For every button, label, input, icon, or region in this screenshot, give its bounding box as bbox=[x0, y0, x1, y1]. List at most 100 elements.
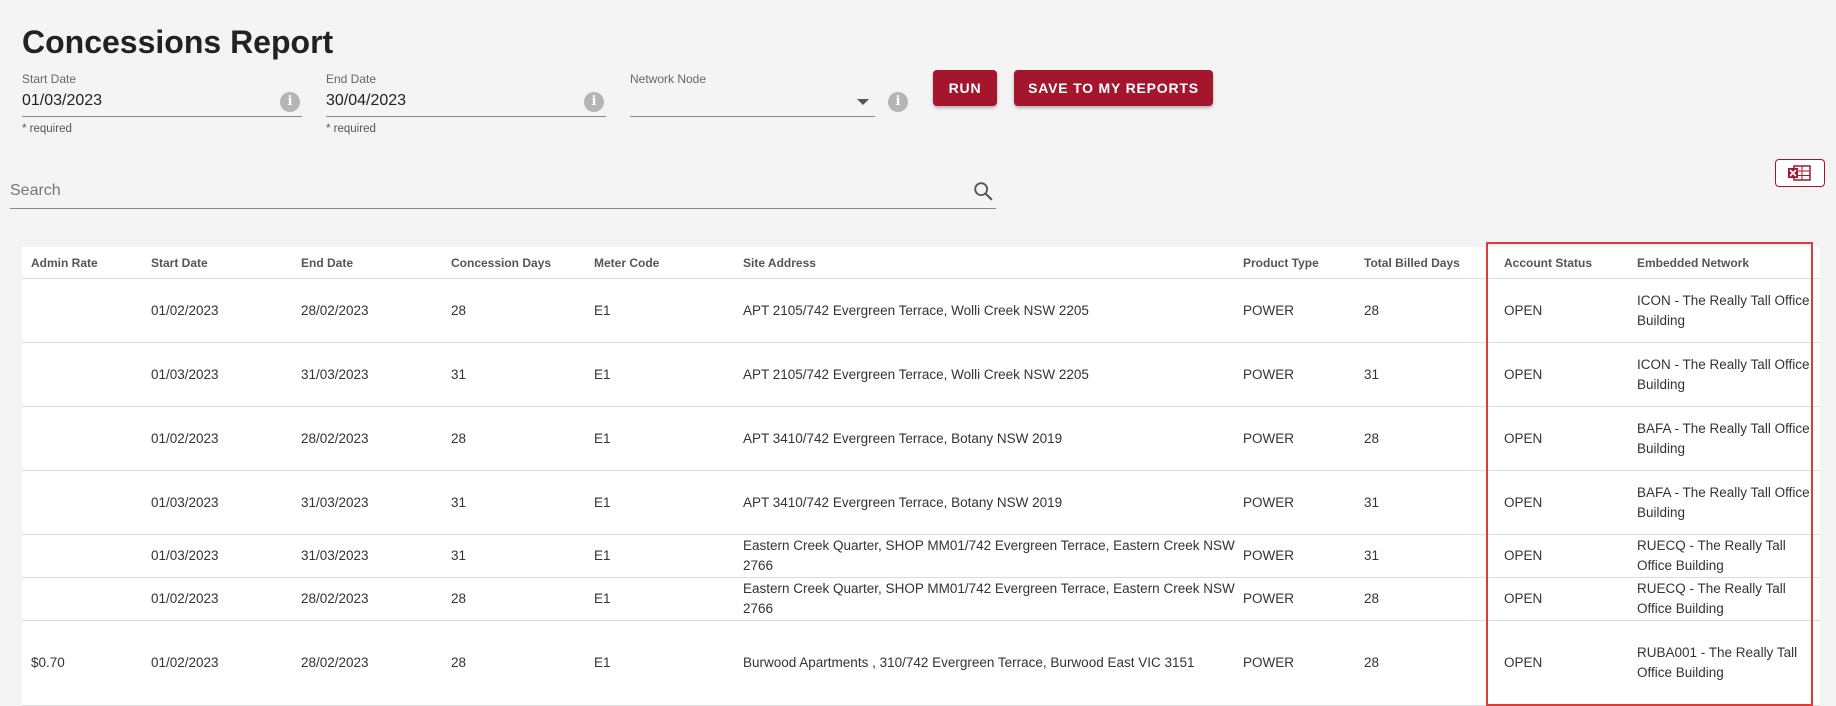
start-date-cell: 01/02/2023 bbox=[151, 302, 219, 318]
start-date-cell: 01/02/2023 bbox=[151, 655, 219, 670]
save-to-my-reports-button[interactable]: SAVE TO MY REPORTS bbox=[1014, 70, 1213, 106]
embedded-network-cell: RUECQ - The Really Tall Office Building bbox=[1637, 581, 1786, 616]
product-type-cell: POWER bbox=[1243, 655, 1295, 670]
meter-code-cell: E1 bbox=[594, 494, 611, 510]
excel-export-button[interactable] bbox=[1775, 159, 1825, 187]
concession-days-cell: 28 bbox=[451, 655, 467, 670]
end-date-cell: 31/03/2023 bbox=[301, 494, 369, 510]
end-date-cell: 28/02/2023 bbox=[301, 591, 369, 606]
account-status-cell: OPEN bbox=[1504, 302, 1543, 318]
product-type-cell: POWER bbox=[1243, 548, 1295, 563]
account-status-cell: OPEN bbox=[1504, 591, 1543, 606]
admin-rate-cell bbox=[31, 343, 141, 406]
total-billed-days-cell: 28 bbox=[1364, 430, 1380, 446]
product-type-cell: POWER bbox=[1243, 591, 1295, 606]
table-row[interactable]: 01/02/2023 28/02/2023 28 E1 Eastern Cree… bbox=[22, 578, 1820, 621]
account-status-cell: OPEN bbox=[1504, 655, 1543, 670]
concession-days-cell: 28 bbox=[451, 591, 467, 606]
table-row[interactable]: 01/02/2023 28/02/2023 28 E1 APT 3410/742… bbox=[22, 407, 1820, 471]
start-date-field[interactable]: Start Date 01/03/2023 i bbox=[22, 72, 302, 117]
end-date-cell: 28/02/2023 bbox=[301, 302, 369, 318]
site-address-cell: Burwood Apartments , 310/742 Evergreen T… bbox=[743, 655, 1195, 670]
concession-days-cell: 31 bbox=[451, 494, 467, 510]
site-address-cell: APT 3410/742 Evergreen Terrace, Botany N… bbox=[743, 494, 1063, 510]
info-icon[interactable]: i bbox=[280, 92, 300, 112]
search-input[interactable]: Search bbox=[10, 180, 996, 209]
embedded-network-cell: BAFA - The Really Tall Office Building bbox=[1637, 420, 1810, 456]
meter-code-cell: E1 bbox=[594, 302, 611, 318]
column-header-total-billed-days[interactable]: Total Billed Days bbox=[1364, 247, 1494, 278]
column-header-start-date[interactable]: Start Date bbox=[151, 247, 291, 278]
end-date-label: End Date bbox=[326, 72, 377, 86]
run-button[interactable]: RUN bbox=[933, 70, 997, 106]
total-billed-days-cell: 28 bbox=[1364, 655, 1380, 670]
admin-rate-cell bbox=[31, 535, 141, 577]
total-billed-days-cell: 28 bbox=[1364, 591, 1380, 606]
embedded-network-cell: ICON - The Really Tall Office Building bbox=[1637, 356, 1810, 392]
site-address-cell: APT 2105/742 Evergreen Terrace, Wolli Cr… bbox=[743, 366, 1089, 382]
admin-rate-cell bbox=[31, 279, 141, 342]
total-billed-days-cell: 31 bbox=[1364, 366, 1380, 382]
column-header-admin-rate[interactable]: Admin Rate bbox=[31, 247, 141, 278]
meter-code-cell: E1 bbox=[594, 655, 611, 670]
end-date-cell: 28/02/2023 bbox=[301, 430, 369, 446]
start-date-value: 01/03/2023 bbox=[22, 92, 103, 109]
start-date-cell: 01/03/2023 bbox=[151, 366, 219, 382]
start-date-cell: 01/02/2023 bbox=[151, 591, 219, 606]
site-address-cell: Eastern Creek Quarter, SHOP MM01/742 Eve… bbox=[743, 538, 1235, 573]
total-billed-days-cell: 28 bbox=[1364, 302, 1380, 318]
start-date-hint: * required bbox=[22, 123, 72, 135]
column-header-embedded-network[interactable]: Embedded Network bbox=[1637, 247, 1813, 278]
concession-days-cell: 28 bbox=[451, 430, 467, 446]
site-address-cell: Eastern Creek Quarter, SHOP MM01/742 Eve… bbox=[743, 581, 1235, 616]
info-icon[interactable]: i bbox=[584, 92, 604, 112]
site-address-cell: APT 2105/742 Evergreen Terrace, Wolli Cr… bbox=[743, 302, 1089, 318]
end-date-cell: 28/02/2023 bbox=[301, 655, 369, 670]
table-row[interactable]: 01/03/2023 31/03/2023 31 E1 APT 3410/742… bbox=[22, 471, 1820, 535]
column-header-product-type[interactable]: Product Type bbox=[1243, 247, 1353, 278]
network-node-label: Network Node bbox=[630, 72, 707, 86]
admin-rate-cell bbox=[31, 471, 141, 534]
end-date-value: 30/04/2023 bbox=[326, 92, 407, 109]
column-header-account-status[interactable]: Account Status bbox=[1504, 247, 1624, 278]
meter-code-cell: E1 bbox=[594, 366, 611, 382]
column-header-meter-code[interactable]: Meter Code bbox=[594, 247, 734, 278]
page-title: Concessions Report bbox=[22, 24, 334, 60]
table-row[interactable]: 01/03/2023 31/03/2023 31 E1 Eastern Cree… bbox=[22, 535, 1820, 578]
admin-rate-cell bbox=[31, 407, 141, 470]
meter-code-cell: E1 bbox=[594, 548, 611, 563]
concession-days-cell: 31 bbox=[451, 548, 467, 563]
embedded-network-cell: BAFA - The Really Tall Office Building bbox=[1637, 484, 1810, 520]
account-status-cell: OPEN bbox=[1504, 494, 1543, 510]
end-date-cell: 31/03/2023 bbox=[301, 366, 369, 382]
start-date-label: Start Date bbox=[22, 72, 77, 86]
concession-days-cell: 31 bbox=[451, 366, 467, 382]
info-icon[interactable]: i bbox=[888, 92, 908, 112]
end-date-cell: 31/03/2023 bbox=[301, 548, 369, 563]
column-header-site-address[interactable]: Site Address bbox=[743, 247, 1243, 278]
start-date-cell: 01/03/2023 bbox=[151, 548, 219, 563]
search-icon[interactable] bbox=[972, 180, 994, 202]
end-date-hint: * required bbox=[326, 123, 376, 135]
end-date-field[interactable]: End Date 30/04/2023 i bbox=[326, 72, 606, 117]
column-header-concession-days[interactable]: Concession Days bbox=[451, 247, 581, 278]
site-address-cell: APT 3410/742 Evergreen Terrace, Botany N… bbox=[743, 430, 1063, 446]
meter-code-cell: E1 bbox=[594, 591, 611, 606]
table-row[interactable]: 01/02/2023 28/02/2023 28 E1 APT 2105/742… bbox=[22, 279, 1820, 343]
account-status-cell: OPEN bbox=[1504, 548, 1543, 563]
table-row[interactable]: 01/03/2023 31/03/2023 31 E1 APT 2105/742… bbox=[22, 343, 1820, 407]
chevron-down-icon[interactable] bbox=[857, 99, 869, 105]
column-header-end-date[interactable]: End Date bbox=[301, 247, 441, 278]
concession-days-cell: 28 bbox=[451, 302, 467, 318]
product-type-cell: POWER bbox=[1243, 302, 1295, 318]
table-header-row: Admin Rate Start Date End Date Concessio… bbox=[22, 247, 1820, 279]
network-node-select[interactable]: Network Node bbox=[630, 72, 875, 117]
total-billed-days-cell: 31 bbox=[1364, 494, 1380, 510]
excel-export-icon bbox=[1788, 165, 1811, 181]
search-placeholder: Search bbox=[10, 182, 61, 199]
start-date-cell: 01/03/2023 bbox=[151, 494, 219, 510]
product-type-cell: POWER bbox=[1243, 494, 1295, 510]
admin-rate-cell: $0.70 bbox=[31, 655, 65, 670]
table-row[interactable]: $0.70 01/02/2023 28/02/2023 28 E1 Burwoo… bbox=[22, 621, 1820, 706]
concessions-table: Admin Rate Start Date End Date Concessio… bbox=[22, 247, 1820, 706]
